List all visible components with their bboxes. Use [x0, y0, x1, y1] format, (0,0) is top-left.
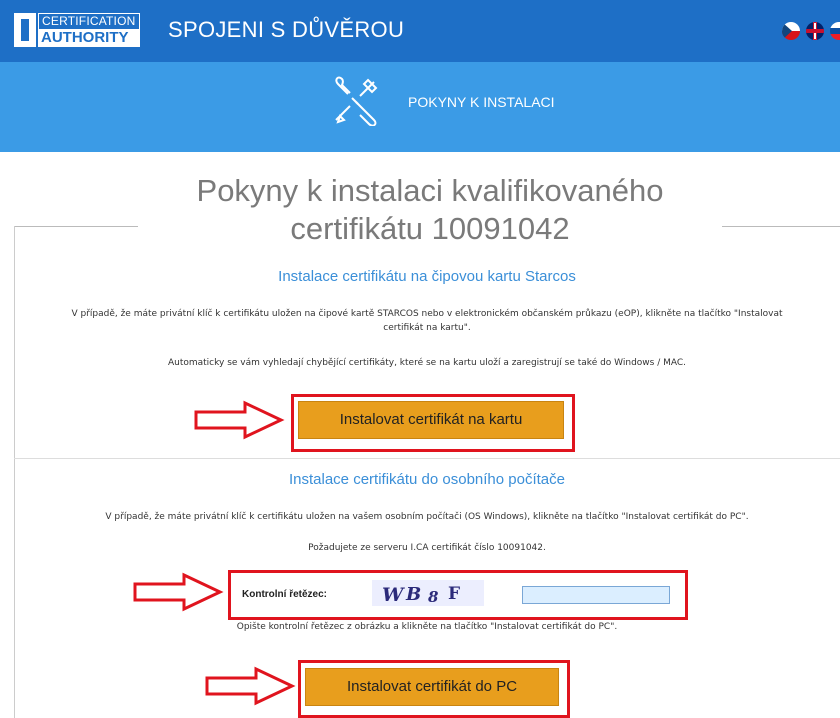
uk-flag-icon[interactable]	[806, 22, 824, 40]
arrow-right-icon	[133, 572, 224, 612]
svg-text:F: F	[448, 584, 460, 604]
title-rule-left	[14, 226, 138, 227]
install-pc-button[interactable]: Instalovat certifikát do PC	[305, 668, 559, 706]
card-section-text1: V případě, že máte privátní klíč k certi…	[71, 309, 783, 333]
section-banner: POKYNY K INSTALACI	[0, 62, 840, 152]
pc-section-text1: V případě, že máte privátní klíč k certi…	[105, 512, 749, 522]
captcha-image: W B 8 F	[372, 580, 484, 606]
section-divider	[14, 458, 840, 459]
logo-mark-icon	[14, 13, 36, 47]
arrow-right-icon	[205, 666, 296, 706]
site-slogan: SPOJENI S DŮVĚROU	[168, 17, 405, 42]
top-bar: CERTIFICATION AUTHORITY SPOJENI S DŮVĚRO…	[0, 0, 840, 62]
captcha-hint: Opište kontrolní řetězec z obrázku a kli…	[236, 622, 618, 632]
logo-line1: CERTIFICATION	[38, 13, 140, 29]
pc-section-text2: Požadujete ze serveru I.CA certifikát čí…	[308, 543, 546, 553]
pc-section-title: Instalace certifikátu do osobního počíta…	[288, 471, 565, 488]
svg-text:W: W	[382, 584, 405, 606]
captcha-input[interactable]	[522, 586, 670, 604]
svg-text:8: 8	[428, 588, 439, 606]
ica-logo[interactable]: CERTIFICATION AUTHORITY	[14, 12, 140, 48]
tools-icon	[335, 76, 378, 126]
banner-label: POKYNY K INSTALACI	[408, 94, 555, 110]
cz-flag-icon[interactable]	[782, 22, 800, 40]
page-title: Pokyny k instalaci kvalifikovaného certi…	[196, 173, 664, 246]
svg-text:B: B	[405, 584, 421, 605]
card-section-text2: Automaticky se vám vyhledají chybějící c…	[167, 358, 687, 368]
sk-flag-icon[interactable]	[830, 22, 840, 40]
install-card-button[interactable]: Instalovat certifikát na kartu	[298, 401, 564, 439]
language-switcher	[782, 22, 840, 40]
logo-line2: AUTHORITY	[38, 29, 140, 47]
title-rule-right	[722, 226, 840, 227]
arrow-right-icon	[194, 400, 285, 440]
captcha-label: Kontrolní řetězec:	[242, 589, 328, 600]
card-section-title: Instalace certifikátu na čipovou kartu S…	[278, 268, 576, 285]
